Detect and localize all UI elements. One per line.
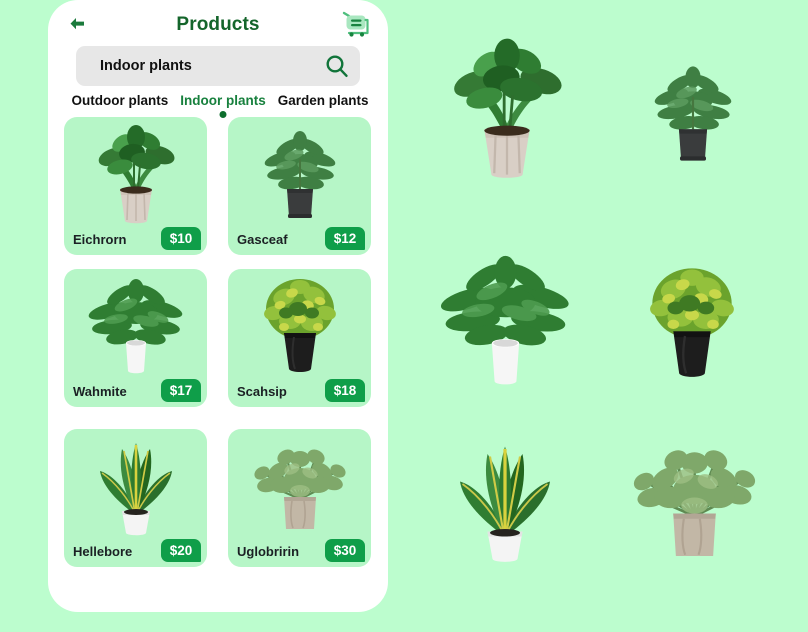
product-name: Gasceaf: [237, 232, 288, 247]
product-card[interactable]: Uglobririn $30: [228, 429, 371, 567]
gallery-image-rubber-plant: [422, 28, 592, 188]
gallery-image-leafy-shrub: [628, 48, 758, 178]
product-image-yellow-green-bush: [228, 269, 371, 381]
app-header: Products: [48, 0, 388, 48]
product-name: Uglobririn: [237, 544, 300, 559]
tab-outdoor-plants[interactable]: Outdoor plants: [71, 93, 168, 110]
product-price-badge[interactable]: $30: [325, 539, 365, 562]
product-image-rosemary-shrub: [228, 429, 371, 541]
product-price-badge[interactable]: $12: [325, 227, 365, 250]
product-name: Wahmite: [73, 384, 127, 399]
product-card[interactable]: Hellebore $20: [64, 429, 207, 567]
category-tabs: Outdoor plants Indoor plants Garden plan…: [60, 90, 380, 118]
gallery-image-yellow-green-bush: [622, 252, 762, 392]
tab-label: Outdoor plants: [71, 92, 169, 108]
product-card[interactable]: Scahsip $18: [228, 269, 371, 407]
product-price-badge[interactable]: $10: [161, 227, 201, 250]
gallery-image-croton-plant: [430, 420, 580, 578]
cart-button[interactable]: [336, 6, 374, 44]
search-button[interactable]: [314, 46, 360, 86]
product-name: Eichrorn: [73, 232, 127, 247]
product-image-rubber-plant: [64, 117, 207, 229]
product-card[interactable]: Eichrorn $10: [64, 117, 207, 255]
product-image-leafy-shrub: [228, 117, 371, 229]
search-bar[interactable]: [76, 46, 360, 86]
product-name: Scahsip: [237, 384, 287, 399]
product-image-broad-leaf-plant: [64, 269, 207, 381]
product-price-badge[interactable]: $20: [161, 539, 201, 562]
product-image-croton-plant: [64, 429, 207, 541]
reference-plant-gallery: [400, 0, 808, 632]
phone-screen-panel: Products Outdoor plants: [48, 0, 388, 612]
tab-indoor-plants[interactable]: Indoor plants: [180, 92, 266, 118]
product-name: Hellebore: [73, 544, 133, 559]
product-price-badge[interactable]: $17: [161, 379, 201, 402]
tab-label: Garden plants: [277, 92, 369, 108]
shopping-cart-icon: [342, 11, 369, 37]
tab-garden-plants[interactable]: Garden plants: [278, 93, 369, 110]
search-icon: [326, 55, 348, 77]
gallery-image-broad-leaf-plant: [418, 245, 593, 395]
active-tab-indicator-dot: [219, 110, 227, 118]
product-card[interactable]: Gasceaf $12: [228, 117, 371, 255]
product-card[interactable]: Wahmite $17: [64, 269, 207, 407]
gallery-image-rosemary-shrub: [612, 415, 777, 580]
tab-label: Indoor plants: [180, 92, 266, 108]
search-input[interactable]: [76, 57, 314, 75]
product-price-badge[interactable]: $18: [325, 379, 365, 402]
